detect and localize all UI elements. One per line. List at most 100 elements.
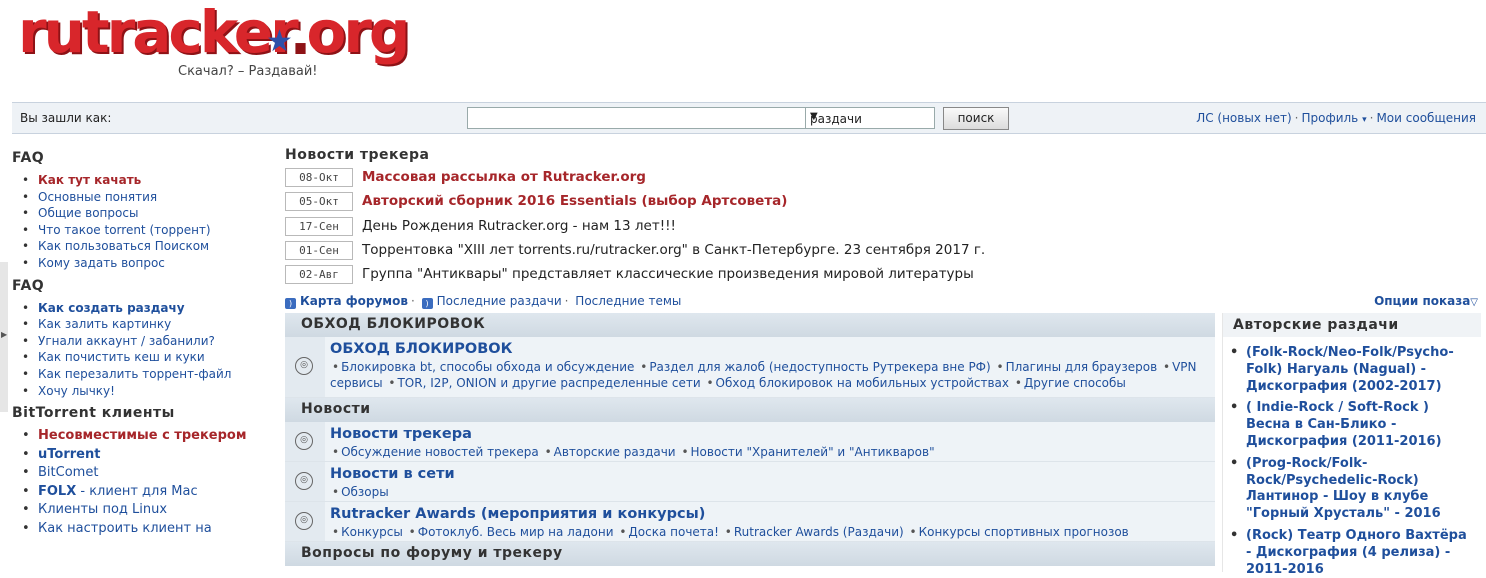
faq-link[interactable]: Как создать раздачу (38, 301, 185, 315)
list-item[interactable]: Кому задать вопрос (12, 255, 274, 272)
forum-title-link[interactable]: ОБХОД БЛОКИРОВОК (330, 341, 512, 357)
list-item[interactable]: Угнали аккаунт / забанили? (12, 333, 274, 350)
news-row: 02-Авг Группа "Антиквары" представляет к… (285, 263, 1005, 287)
forum-title-link[interactable]: Rutracker Awards (мероприятия и конкурсы… (330, 506, 705, 522)
list-item[interactable]: Как перезалить торрент-файл (12, 366, 274, 383)
category-header[interactable]: ОБХОД БЛОКИРОВОК (285, 313, 1215, 337)
news-link[interactable]: Торрентовка "XIII лет torrents.ru/rutrac… (362, 242, 985, 258)
list-item[interactable]: Основные понятия (12, 189, 274, 206)
forum-status-icon: ◎ (295, 471, 313, 490)
subforum-link[interactable]: Обход блокировок на мобильных устройства… (716, 376, 1009, 390)
category-header[interactable]: Вопросы по форуму и трекеру (285, 542, 1215, 566)
news-link[interactable]: Группа "Антиквары" представляет классиче… (362, 266, 974, 282)
release-link[interactable]: (Prog-Rock/Folk-Rock/Psychedelic-Rock) Л… (1246, 456, 1441, 521)
profile-menu-icon[interactable]: ▾ (1362, 115, 1367, 125)
list-item[interactable]: BitComet (12, 464, 274, 483)
subforum-link[interactable]: Плагины для браузеров (1006, 360, 1158, 374)
news-link[interactable]: Массовая рассылка от Rutracker.org (362, 169, 646, 185)
list-item[interactable]: Как создать раздачу (12, 300, 274, 317)
news-date: 01-Сен (285, 240, 353, 260)
top-search-bar: Вы зашли как: раздачи ▼ поиск ЛС (новых … (12, 102, 1486, 134)
expand-arrow-icon[interactable]: ▶ (1, 330, 7, 339)
forum-title-link[interactable]: Новости трекера (330, 426, 472, 442)
list-item[interactable]: (Rock) Театр Одного Вахтёра - Дискографи… (1223, 528, 1481, 578)
client-link[interactable]: Как настроить клиент на (38, 521, 212, 536)
news-list: 08-Окт Массовая рассылка от Rutracker.or… (285, 166, 1005, 287)
list-item[interactable]: (Prog-Rock/Folk-Rock/Psychedelic-Rock) Л… (1223, 456, 1481, 523)
site-slogan: Скачал? – Раздавай! (178, 64, 318, 79)
search-scope-select[interactable]: раздачи ▼ (805, 107, 935, 129)
release-link[interactable]: (Folk-Rock/Neo-Folk/Psycho-Folk) Нагуаль… (1246, 345, 1454, 394)
category-header[interactable]: Новости (285, 398, 1215, 422)
client-link[interactable]: uTorrent (38, 447, 100, 462)
messages-link[interactable]: Мои сообщения (1376, 111, 1476, 125)
subforum-link[interactable]: Конкурсы (341, 525, 403, 539)
search-button[interactable]: поиск (943, 107, 1009, 130)
faq-link[interactable]: Как пользоваться Поиском (38, 239, 209, 253)
pm-link[interactable]: ЛС (новых нет) (1196, 111, 1291, 125)
subforum-link[interactable]: Rutracker Awards (Раздачи) (734, 525, 904, 539)
subforum-link[interactable]: Конкурсы спортивных прогнозов (919, 525, 1129, 539)
subforum-link[interactable]: Другие способы (1024, 376, 1126, 390)
faq-link[interactable]: Общие вопросы (38, 206, 138, 220)
faq-link[interactable]: Угнали аккаунт / забанили? (38, 334, 215, 348)
news-date: 05-Окт (285, 192, 353, 212)
search-input[interactable] (467, 107, 807, 129)
news-date: 17-Сен (285, 216, 353, 236)
news-link[interactable]: Авторский сборник 2016 Essentials (выбор… (362, 193, 787, 209)
subforum-link[interactable]: Обсуждение новостей трекера (341, 445, 539, 459)
news-link[interactable]: День Рождения Rutracker.org - нам 13 лет… (362, 218, 676, 234)
forum-title-link[interactable]: Новости в сети (330, 466, 455, 482)
list-item[interactable]: uTorrent (12, 446, 274, 465)
user-links: ЛС (новых нет) · Профиль ▾ · Мои сообщения (1196, 111, 1476, 125)
faq-link[interactable]: Основные понятия (38, 190, 157, 204)
list-item[interactable]: (Folk-Rock/Neo-Folk/Psycho-Folk) Нагуаль… (1223, 345, 1481, 395)
faq-link[interactable]: Как тут качать (38, 173, 141, 187)
list-item[interactable]: Как пользоваться Поиском (12, 238, 274, 255)
list-item[interactable]: Общие вопросы (12, 205, 274, 222)
list-item[interactable]: Как залить картинку (12, 316, 274, 333)
list-item[interactable]: Как настроить клиент на (12, 520, 274, 539)
subforum-link[interactable]: Новости "Хранителей" и "Антикваров" (691, 445, 935, 459)
subforum-link[interactable]: Фотоклуб. Весь мир на ладони (418, 525, 614, 539)
display-options-link[interactable]: Опции показа▽ (1374, 294, 1478, 308)
faq-link[interactable]: Как залить картинку (38, 317, 171, 331)
news-heading: Новости трекера (285, 147, 430, 163)
client-link[interactable]: FOLX (38, 484, 76, 499)
faq-link[interactable]: Кому задать вопрос (38, 256, 165, 270)
subforum-link[interactable]: Доска почета! (628, 525, 719, 539)
list-item[interactable]: FOLX - клиент для Mac (12, 483, 274, 502)
subforum-link[interactable]: Раздел для жалоб (недоступность Рутрекер… (649, 360, 990, 374)
client-link[interactable]: Несовместимые с трекером (38, 428, 246, 443)
clients-list: Несовместимые с трекером uTorrent BitCom… (12, 427, 274, 538)
faq-link[interactable]: Как почистить кеш и куки (38, 350, 205, 364)
list-item[interactable]: Как почистить кеш и куки (12, 349, 274, 366)
list-item[interactable]: Несовместимые с трекером (12, 427, 274, 446)
list-item[interactable]: Хочу лычку! (12, 383, 274, 400)
list-item[interactable]: Клиенты под Linux (12, 501, 274, 520)
profile-link[interactable]: Профиль (1301, 111, 1358, 125)
subforum-link[interactable]: Блокировка bt, способы обхода и обсужден… (341, 360, 634, 374)
forum-nav-links: ) Карта форумов · ) Последние раздачи · Посл… (285, 294, 681, 309)
faq-link[interactable]: Как перезалить торрент-файл (38, 367, 231, 381)
subforum-link[interactable]: TOR, I2P, ONION и другие распределенные … (397, 376, 700, 390)
site-logo[interactable]: rutracker.org ★ Скачал? – Раздавай! (14, 0, 410, 82)
news-row: 17-Сен День Рождения Rutracker.org - нам… (285, 215, 1005, 239)
latest-topics-link[interactable]: Последние темы (575, 294, 681, 308)
forum-map-link[interactable]: Карта форумов (300, 294, 408, 308)
faq-link[interactable]: Что такое torrent (торрент) (38, 223, 211, 237)
client-link[interactable]: - клиент для Mac (76, 484, 197, 499)
client-link[interactable]: Клиенты под Linux (38, 502, 167, 517)
release-link[interactable]: (Rock) Театр Одного Вахтёра - Дискографи… (1246, 528, 1467, 577)
list-item[interactable]: Как тут качать (12, 172, 274, 189)
latest-releases-link[interactable]: Последние раздачи (437, 294, 562, 308)
client-link[interactable]: BitComet (38, 465, 98, 480)
list-item[interactable]: Что такое torrent (торрент) (12, 222, 274, 239)
list-item[interactable]: ( Indie-Rock / Soft-Rock ) Весна в Сан-Б… (1223, 400, 1481, 450)
faq-link[interactable]: Хочу лычку! (38, 384, 115, 398)
subforum-link[interactable]: Обзоры (341, 485, 389, 499)
release-link[interactable]: ( Indie-Rock / Soft-Rock ) Весна в Сан-Б… (1246, 400, 1442, 449)
chevron-down-icon: ▽ (1470, 297, 1478, 308)
left-sidebar: FAQ Как тут качать Основные понятия Общи… (12, 148, 274, 544)
subforum-link[interactable]: Авторские раздачи (554, 445, 676, 459)
